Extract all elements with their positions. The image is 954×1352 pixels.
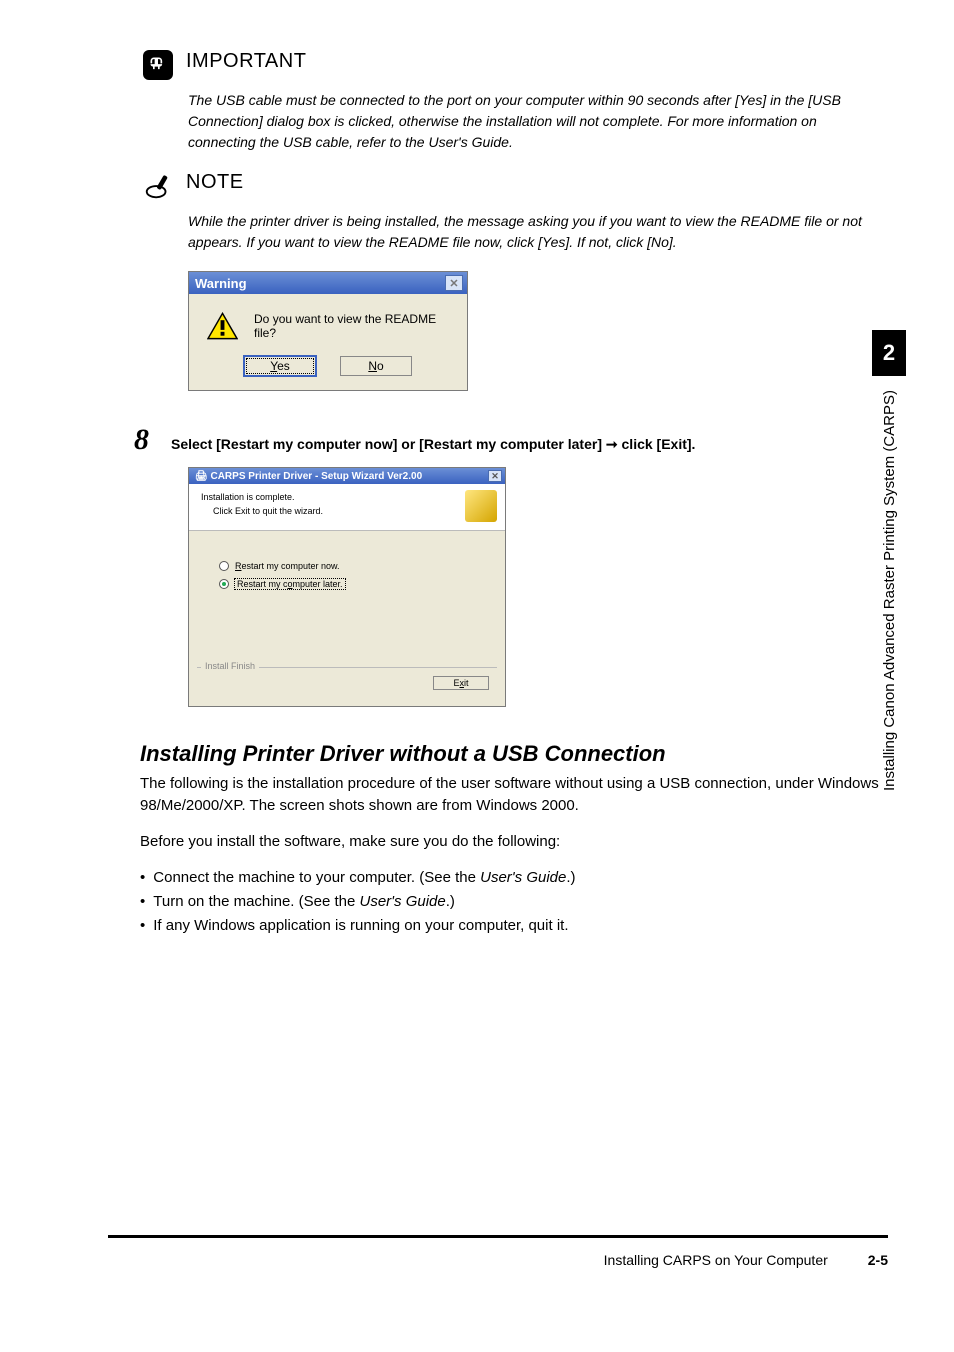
important-title: IMPORTANT	[186, 50, 306, 73]
yes-button[interactable]: Yes	[244, 356, 316, 376]
radio-icon	[219, 579, 229, 589]
note-title: NOTE	[186, 171, 244, 194]
no-button[interactable]: No	[340, 356, 412, 376]
wizard-logo-icon	[465, 490, 497, 522]
prereq-list: Connect the machine to your computer. (S…	[140, 866, 884, 938]
important-callout: IMPORTANT	[140, 50, 884, 80]
note-callout: NOTE	[140, 171, 884, 201]
warning-title: Warning	[195, 276, 247, 291]
footer-rule	[108, 1235, 888, 1238]
radio-icon	[219, 561, 229, 571]
section-p2: Before you install the software, make su…	[140, 831, 884, 853]
radio-restart-now[interactable]: Restart my computer now.	[219, 561, 505, 571]
close-icon[interactable]: ✕	[445, 275, 463, 291]
exit-button[interactable]: Exit	[433, 676, 489, 690]
wizard-dialog: 🖨 CARPS Printer Driver - Setup Wizard Ve…	[188, 467, 506, 707]
list-item: Connect the machine to your computer. (S…	[140, 866, 884, 890]
step-instruction: Select [Restart my computer now] or [Res…	[171, 436, 695, 453]
chapter-title: Installing Canon Advanced Raster Printin…	[881, 390, 898, 791]
important-body: The USB cable must be connected to the p…	[188, 90, 884, 153]
warning-triangle-icon	[207, 312, 238, 340]
section-p1: The following is the installation proced…	[140, 773, 884, 817]
page-number: 2-5	[868, 1252, 888, 1268]
step-8: 8 Select [Restart my computer now] or [R…	[140, 423, 884, 457]
list-item: Turn on the machine. (See the User's Gui…	[140, 890, 884, 914]
chapter-tab: 2 Installing Canon Advanced Raster Print…	[872, 330, 906, 870]
warning-message: Do you want to view the README file?	[254, 312, 455, 340]
note-body: While the printer driver is being instal…	[188, 211, 884, 253]
section-heading: Installing Printer Driver without a USB …	[140, 741, 884, 767]
warning-titlebar: Warning ✕	[189, 272, 467, 294]
list-item: If any Windows application is running on…	[140, 914, 884, 938]
step-number: 8	[134, 423, 149, 457]
wizard-titlebar: 🖨 CARPS Printer Driver - Setup Wizard Ve…	[189, 468, 505, 484]
close-icon[interactable]: ✕	[488, 470, 502, 482]
warning-dialog: Warning ✕ Do you want to view the README…	[188, 271, 468, 391]
wizard-title: 🖨 CARPS Printer Driver - Setup Wizard Ve…	[195, 471, 422, 482]
page-footer: Installing CARPS on Your Computer 2-5	[108, 1252, 888, 1268]
chapter-number: 2	[872, 330, 906, 376]
footer-title: Installing CARPS on Your Computer	[604, 1252, 828, 1268]
important-icon	[140, 50, 176, 80]
radio-restart-later[interactable]: Restart my computer later.	[219, 579, 505, 589]
wizard-group: Install Finish Exit	[197, 667, 497, 706]
wizard-top-text: Installation is complete. Click Exit to …	[201, 490, 323, 519]
note-icon	[140, 171, 176, 201]
